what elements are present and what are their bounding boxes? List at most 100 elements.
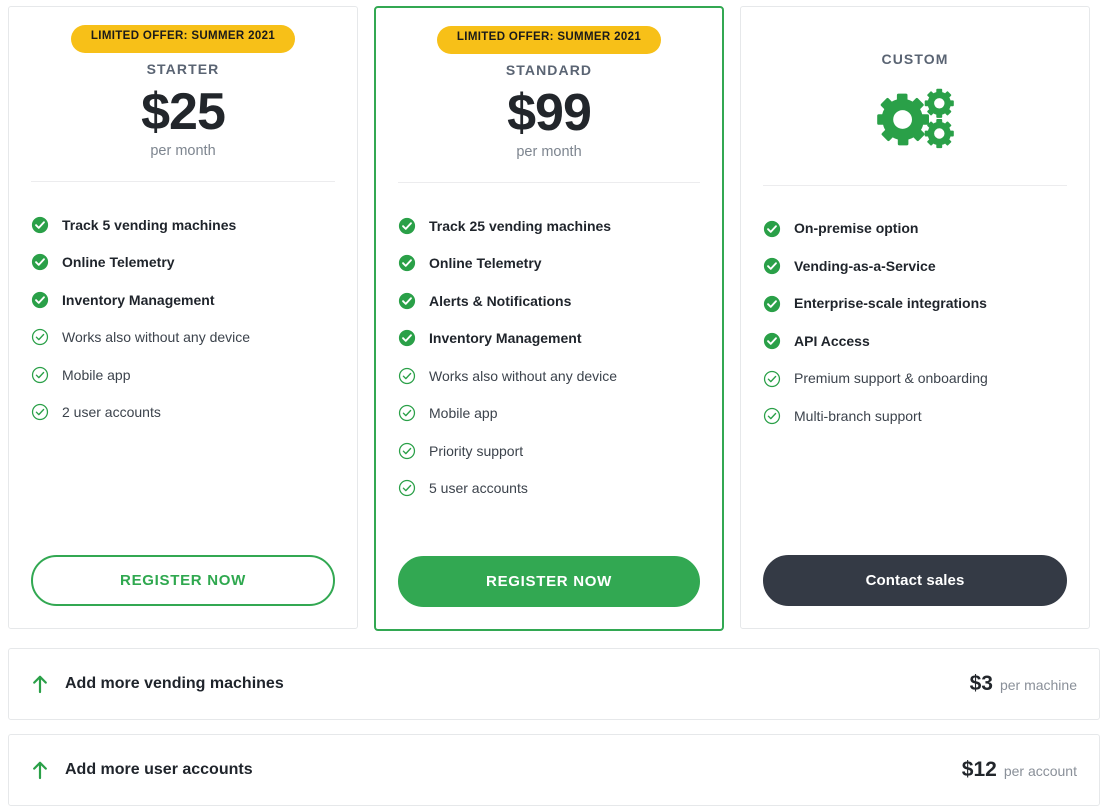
feature-item: Track 25 vending machines	[398, 207, 700, 245]
arrow-up-icon	[33, 675, 47, 694]
feature-item: On-premise option	[763, 210, 1067, 248]
custom-head: CUSTOM	[763, 7, 1067, 159]
pricing-cards: LIMITED OFFER: SUMMER 2021 STARTER $25 p…	[8, 6, 1100, 631]
feature-item: Track 5 vending machines	[31, 206, 335, 244]
feature-item: Inventory Management	[398, 320, 700, 358]
feature-item: Mobile app	[398, 395, 700, 433]
plan-card-starter[interactable]: LIMITED OFFER: SUMMER 2021 STARTER $25 p…	[8, 6, 358, 629]
feature-item: Multi-branch support	[763, 398, 1067, 436]
check-filled-icon	[31, 254, 49, 271]
feature-label: Mobile app	[429, 405, 498, 422]
gears-icon	[877, 88, 954, 149]
feature-item: Online Telemetry	[31, 244, 335, 282]
check-outline-icon	[31, 366, 49, 384]
addon-left: Add more user accounts	[31, 760, 253, 780]
feature-label: Track 25 vending machines	[429, 217, 612, 234]
addon-right: $3 per machine	[970, 672, 1077, 696]
addon-title: Add more user accounts	[65, 761, 253, 778]
feature-item: Vending-as-a-Service	[763, 248, 1067, 286]
feature-item: Works also without any device	[398, 357, 700, 395]
check-outline-icon	[398, 367, 416, 385]
addon-unit: per account	[1003, 763, 1077, 779]
addon-right: $12 per account	[962, 758, 1077, 782]
feature-item: API Access	[763, 323, 1067, 361]
feature-label: Works also without any device	[429, 367, 618, 384]
cta-container: REGISTER NOW	[398, 556, 700, 629]
contact-sales-button[interactable]: Contact sales	[763, 555, 1067, 606]
feature-label: Track 5 vending machines	[62, 216, 237, 233]
feature-label: Vending-as-a-Service	[794, 257, 936, 274]
check-outline-icon	[763, 370, 781, 387]
feature-label: Inventory Management	[62, 291, 215, 308]
pricing-page: LIMITED OFFER: SUMMER 2021 STARTER $25 p…	[0, 0, 1108, 806]
feature-label: 5 user accounts	[429, 480, 528, 497]
feature-item: Works also without any device	[31, 319, 335, 357]
addon-row-user-accounts[interactable]: Add more user accounts $12 per account	[8, 734, 1100, 806]
feature-item: Priority support	[398, 432, 700, 470]
feature-label: On-premise option	[794, 220, 919, 237]
cta-container: Contact sales	[763, 555, 1067, 628]
badge-container: LIMITED OFFER: SUMMER 2021	[31, 7, 335, 53]
arrow-up-icon	[33, 761, 47, 780]
plan-name: STANDARD	[505, 62, 593, 78]
check-outline-icon	[763, 408, 781, 425]
feature-label: Multi-branch support	[794, 407, 922, 424]
feature-label: Online Telemetry	[62, 254, 175, 271]
register-now-button[interactable]: REGISTER NOW	[398, 556, 700, 607]
addon-left: Add more vending machines	[31, 674, 284, 694]
check-filled-icon	[31, 216, 49, 234]
feature-label: Mobile app	[62, 366, 131, 383]
check-outline-icon	[31, 404, 49, 421]
plan-name: STARTER	[146, 61, 220, 77]
feature-label: Online Telemetry	[429, 255, 542, 272]
addons-section: Add more vending machines $3 per machine…	[8, 648, 1100, 806]
check-filled-icon	[763, 333, 781, 350]
feature-item: Online Telemetry	[398, 245, 700, 283]
feature-label: Premium support & onboarding	[794, 370, 988, 387]
feature-label: Priority support	[429, 442, 524, 459]
register-now-button[interactable]: REGISTER NOW	[31, 555, 335, 606]
feature-list: Track 25 vending machines Online Telemet…	[398, 183, 700, 507]
addon-row-vending-machines[interactable]: Add more vending machines $3 per machine	[8, 648, 1100, 720]
plan-name: CUSTOM	[881, 51, 949, 67]
check-filled-icon	[398, 255, 416, 272]
plan-price: $99	[507, 84, 592, 142]
feature-item: 5 user accounts	[398, 470, 700, 508]
plan-card-custom[interactable]: CUSTOM On-premise option Vending-as-a-Se…	[740, 6, 1090, 629]
plan-period: per month	[150, 143, 216, 160]
check-filled-icon	[31, 291, 49, 309]
check-filled-icon	[398, 330, 416, 347]
check-filled-icon	[763, 258, 781, 275]
addon-price: $12	[961, 758, 997, 781]
plan-card-standard[interactable]: LIMITED OFFER: SUMMER 2021 STANDARD $99 …	[374, 6, 724, 631]
addon-price: $3	[969, 672, 993, 695]
feature-label: Enterprise-scale integrations	[794, 295, 987, 312]
feature-item: 2 user accounts	[31, 394, 335, 432]
badge-container: LIMITED OFFER: SUMMER 2021	[398, 8, 700, 54]
feature-list: On-premise option Vending-as-a-Service E…	[763, 186, 1067, 435]
feature-item: Mobile app	[31, 356, 335, 394]
check-outline-icon	[31, 329, 49, 346]
feature-label: Inventory Management	[429, 330, 582, 347]
cta-container: REGISTER NOW	[31, 555, 335, 628]
addon-title: Add more vending machines	[65, 675, 284, 692]
feature-list: Track 5 vending machines Online Telemetr…	[31, 182, 335, 431]
feature-item: Enterprise-scale integrations	[763, 285, 1067, 323]
feature-item: Inventory Management	[31, 281, 335, 319]
limited-offer-badge: LIMITED OFFER: SUMMER 2021	[436, 26, 662, 54]
feature-label: Works also without any device	[62, 329, 251, 346]
plan-price: $25	[141, 83, 226, 141]
check-filled-icon	[398, 292, 416, 310]
check-filled-icon	[763, 220, 781, 237]
limited-offer-badge: LIMITED OFFER: SUMMER 2021	[70, 25, 296, 53]
plan-period: per month	[516, 144, 582, 161]
feature-item: Alerts & Notifications	[398, 282, 700, 320]
feature-item: Premium support & onboarding	[763, 360, 1067, 398]
check-filled-icon	[398, 217, 416, 235]
check-outline-icon	[398, 480, 416, 497]
feature-label: Alerts & Notifications	[429, 292, 572, 309]
gears-container	[763, 77, 1067, 159]
check-outline-icon	[398, 405, 416, 422]
feature-label: API Access	[794, 332, 870, 349]
check-outline-icon	[398, 442, 416, 460]
